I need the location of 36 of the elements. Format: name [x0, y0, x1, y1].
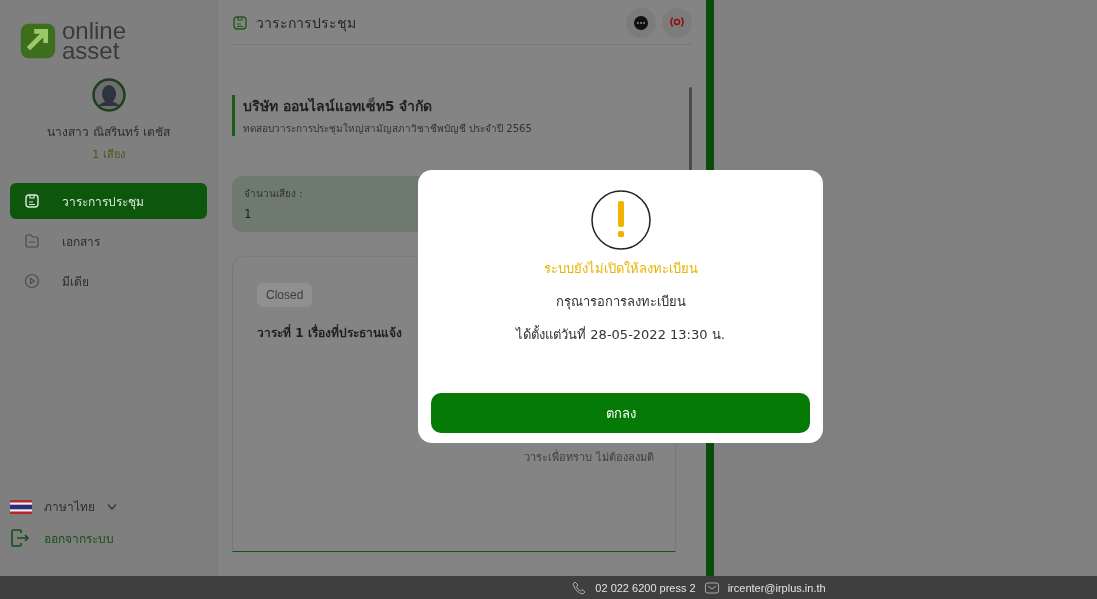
- agenda-title: วาระที่ 1 เรื่องที่ประธานแจ้ง: [257, 323, 402, 342]
- ok-button[interactable]: ตกลง: [431, 393, 810, 433]
- sidebar-item[interactable]: มีเดีย: [10, 263, 207, 299]
- meeting-subtitle: ทดสอบวาระการประชุมใหญ่สามัญสภาวิชาชีพบัญชี ประจำปี 2565: [243, 122, 533, 136]
- dialog-title: ระบบยังไม่เปิดให้ลงทะเบียน: [543, 260, 698, 278]
- sidebar-item[interactable]: วาระการประชุม: [10, 183, 207, 219]
- chat-button[interactable]: [626, 8, 656, 38]
- votes-value: 1: [244, 207, 253, 221]
- vote-count: 1 เสียง: [92, 147, 125, 163]
- mail-icon: [703, 579, 720, 596]
- dialog-date: ได้ตั้งแต่วันที่ 28-05-2022 13:30 น.: [516, 324, 725, 344]
- logout-button[interactable]: ออกจากระบบ: [10, 528, 217, 548]
- email-address: ircenter@irplus.in.th: [727, 581, 826, 594]
- chevron-down-icon: [107, 502, 117, 511]
- company-name: บริษัท ออนไลน์แอทเซ็ท5 จำกัด: [243, 96, 434, 116]
- warning-icon: [588, 188, 653, 252]
- folder-icon: [24, 233, 40, 249]
- live-button[interactable]: [662, 8, 692, 38]
- phone-number: 02 022 6200 press 2: [595, 581, 696, 594]
- page-title: วาระการประชุม: [256, 14, 357, 34]
- language-selector[interactable]: ภาษาไทย: [10, 497, 217, 516]
- dialog-message: กรุณารอการลงทะเบียน: [555, 293, 686, 312]
- clipboard-icon: [24, 193, 40, 209]
- chat-bubble-icon: [631, 13, 651, 33]
- votes-label: จำนวนเสียง :: [244, 187, 304, 201]
- status-badge: Closed: [257, 283, 313, 307]
- phone-icon: [571, 579, 588, 596]
- sidebar-item[interactable]: เอกสาร: [10, 223, 207, 259]
- logo-text: online asset: [62, 21, 127, 61]
- agenda-note: วาระเพื่อทราบ ไม่ต้องลงมติ: [523, 448, 654, 466]
- flag-icon: [10, 499, 32, 514]
- clipboard-icon: [232, 15, 248, 31]
- user-name: นางสาว ณิสรินทร์ เตชัส: [47, 124, 170, 141]
- avatar-icon: [91, 78, 126, 112]
- logout-icon: [10, 528, 30, 548]
- play-icon: [24, 273, 40, 289]
